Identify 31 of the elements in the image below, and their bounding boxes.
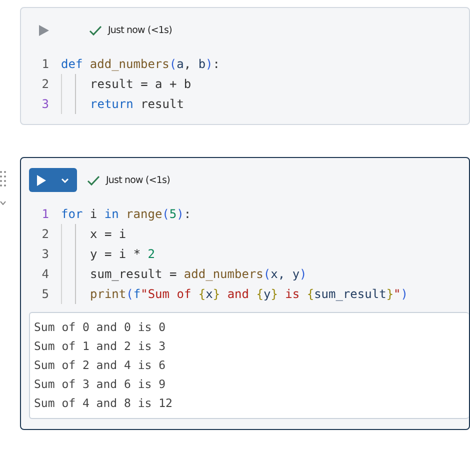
line-number: 5 — [40, 287, 50, 301]
output-line: Sum of 3 and 6 is 9 — [34, 376, 167, 393]
output-line: Sum of 0 and 0 is 0 — [34, 319, 167, 336]
line-number: 4 — [40, 267, 50, 281]
run-status: Just now (<1s) — [108, 24, 172, 36]
code-line: for i in range(5): — [61, 207, 192, 221]
line-number: 3 — [40, 247, 50, 261]
chevron-icon[interactable] — [0, 201, 6, 205]
line-number: 1 — [40, 57, 50, 71]
code-line: return result — [90, 97, 184, 111]
play-icon — [37, 174, 46, 186]
check-icon — [87, 174, 100, 186]
caret-icon — [61, 178, 69, 182]
run-button[interactable] — [29, 168, 77, 192]
line-number: 2 — [40, 77, 50, 91]
code-line: sum_result = add_numbers(x, y) — [90, 267, 307, 281]
output-line: Sum of 4 and 8 is 12 — [34, 395, 174, 412]
run-status: Just now (<1s) — [106, 174, 170, 186]
drag-handle-icon[interactable] — [0, 171, 6, 187]
check-icon — [89, 24, 102, 36]
code-line: result = a + b — [90, 77, 192, 91]
output-line: Sum of 1 and 2 is 3 — [34, 338, 167, 355]
output-line: Sum of 2 and 4 is 6 — [34, 357, 167, 374]
line-number: 2 — [40, 227, 50, 241]
run-button[interactable] — [39, 24, 49, 36]
code-line: def add_numbers(a, b): — [61, 57, 220, 71]
code-line: print(f"Sum of {x} and {y} is {sum_result}") — [90, 287, 408, 301]
code-line: y = i * 2 — [90, 247, 156, 261]
line-number: 3 — [40, 97, 50, 111]
code-line: x = i — [90, 227, 126, 241]
line-number: 1 — [40, 207, 50, 221]
